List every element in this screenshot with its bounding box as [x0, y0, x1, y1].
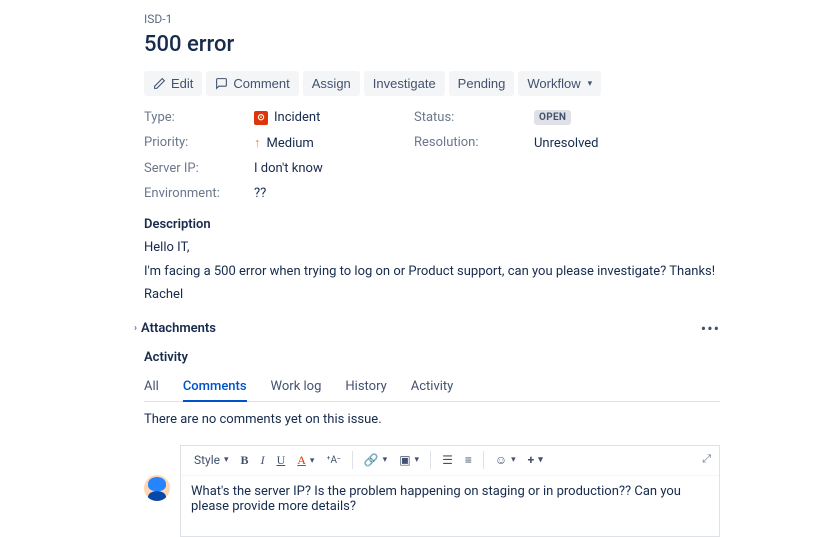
avatar — [144, 475, 170, 501]
italic-button[interactable]: I — [256, 450, 270, 471]
bold-button[interactable]: B — [236, 450, 254, 471]
server-ip-value[interactable]: I don't know — [254, 161, 414, 176]
type-value[interactable]: ⊙ Incident — [254, 110, 414, 125]
type-label: Type: — [144, 110, 254, 125]
bullet-list-button[interactable]: ☰ — [437, 450, 458, 470]
workflow-button[interactable]: Workflow ▾ — [518, 71, 601, 96]
editor-toolbar: Style▾ B I U A▾ ⁺A⁻ 🔗▾ ▣▾ ☰ ≡ ☺▾ +▾ — [181, 446, 719, 476]
resolution-label: Resolution: — [414, 135, 534, 151]
no-comments-text: There are no comments yet on this issue. — [144, 412, 720, 427]
more-actions-icon[interactable]: ••• — [701, 319, 720, 338]
issue-key[interactable]: ISD-1 — [144, 12, 720, 26]
environment-label: Environment: — [144, 186, 254, 201]
description-body[interactable]: Hello IT, I'm facing a 500 error when tr… — [144, 238, 720, 305]
tab-comments[interactable]: Comments — [183, 373, 247, 402]
status-lozenge: OPEN — [534, 110, 571, 125]
link-button[interactable]: 🔗▾ — [359, 450, 392, 470]
server-ip-label: Server IP: — [144, 161, 254, 176]
clear-format-button[interactable]: ⁺A⁻ — [321, 452, 345, 469]
style-dropdown[interactable]: Style▾ — [189, 450, 234, 470]
field-grid: Type: ⊙ Incident Status: OPEN Priority: … — [144, 110, 720, 201]
priority-label: Priority: — [144, 135, 254, 151]
add-button[interactable]: +▾ — [523, 450, 548, 470]
comment-button[interactable]: Comment — [206, 71, 298, 96]
priority-medium-icon: ↑ — [254, 135, 261, 151]
comment-icon — [215, 77, 228, 90]
comment-textarea[interactable]: What's the server IP? Is the problem hap… — [181, 476, 719, 536]
resolution-value: Unresolved — [534, 135, 684, 151]
activity-tabs: All Comments Work log History Activity — [144, 373, 720, 402]
attachments-heading[interactable]: Attachments — [141, 321, 216, 336]
action-toolbar: Edit Comment Assign Investigate Pending … — [144, 71, 720, 96]
comment-editor[interactable]: Style▾ B I U A▾ ⁺A⁻ 🔗▾ ▣▾ ☰ ≡ ☺▾ +▾ ⤢ Wh… — [180, 445, 720, 537]
incident-icon: ⊙ — [254, 111, 268, 125]
tab-worklog[interactable]: Work log — [271, 373, 322, 401]
emoji-button[interactable]: ☺▾ — [490, 450, 521, 470]
tab-all[interactable]: All — [144, 373, 159, 401]
investigate-button[interactable]: Investigate — [364, 71, 445, 96]
issue-title[interactable]: 500 error — [144, 32, 720, 57]
tab-history[interactable]: History — [345, 373, 386, 401]
chevron-right-icon[interactable]: › — [134, 323, 137, 334]
description-heading: Description — [144, 217, 720, 232]
environment-value[interactable]: ?? — [254, 186, 414, 201]
number-list-button[interactable]: ≡ — [460, 450, 477, 470]
tab-activity[interactable]: Activity — [411, 373, 454, 401]
status-value[interactable]: OPEN — [534, 110, 684, 125]
assign-button[interactable]: Assign — [303, 71, 360, 96]
text-color-button[interactable]: A▾ — [292, 450, 319, 471]
status-label: Status: — [414, 110, 534, 125]
comment-label: Comment — [233, 76, 289, 91]
expand-icon[interactable]: ⤢ — [702, 452, 711, 466]
chevron-down-icon: ▾ — [588, 78, 593, 89]
pending-button[interactable]: Pending — [449, 71, 515, 96]
edit-label: Edit — [171, 76, 193, 91]
priority-value[interactable]: ↑ Medium — [254, 135, 414, 151]
activity-heading: Activity — [144, 350, 720, 365]
pencil-icon — [153, 77, 166, 90]
edit-button[interactable]: Edit — [144, 71, 202, 96]
underline-button[interactable]: U — [272, 450, 291, 471]
attachment-button[interactable]: ▣▾ — [394, 450, 424, 470]
